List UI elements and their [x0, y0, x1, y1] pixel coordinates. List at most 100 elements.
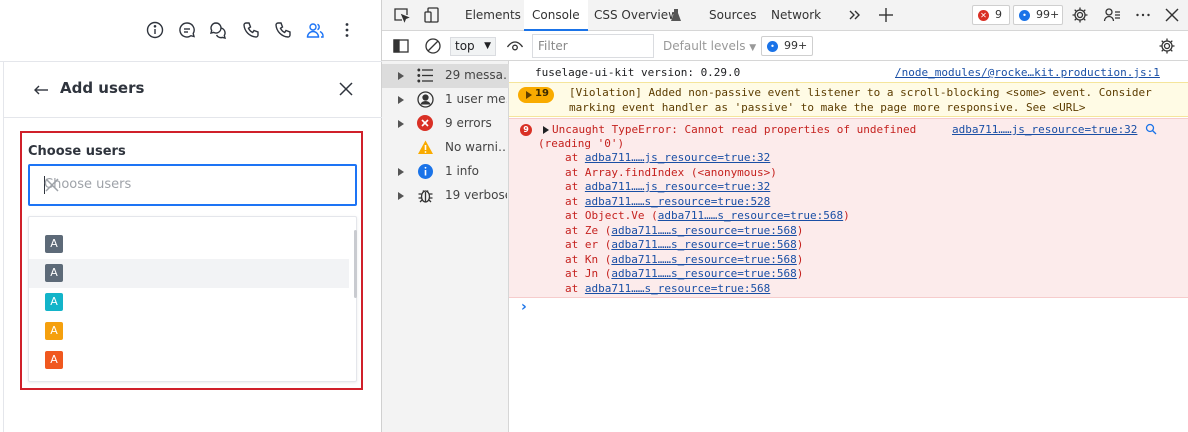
issues-icon: •: [767, 41, 778, 52]
kebab-icon[interactable]: [337, 20, 357, 40]
close-icon[interactable]: [337, 80, 355, 98]
console-output: fuselage-ui-kit version: 0.29.0 /node_mo…: [509, 61, 1188, 432]
user-option[interactable]: A: [29, 230, 349, 259]
stack-frame-text: at Object.Ve (: [565, 209, 658, 222]
source-link[interactable]: adba711……js_resource=true:32: [952, 123, 1137, 136]
stack-frame-text: at Jn (: [565, 267, 612, 280]
sidebar-item-warnings[interactable]: No warni…: [382, 136, 509, 160]
sidebar-item-messages[interactable]: 29 messa…: [382, 64, 509, 88]
expand-arrow-icon[interactable]: [398, 72, 404, 80]
sidebar-item-user-messages[interactable]: 1 user me…: [382, 88, 509, 112]
error-text: (reading '0'): [538, 137, 625, 150]
tab-console[interactable]: Console: [524, 0, 588, 31]
sidebar-item-label: 1 user me…: [445, 92, 507, 106]
chat-app: Add users Choose users Choose users A A …: [0, 0, 383, 432]
choose-users-label: Choose users: [28, 144, 126, 159]
avatar: A: [45, 235, 63, 253]
back-arrow-icon[interactable]: [32, 81, 50, 99]
log-text: fuselage-ui-kit version: 0.29.0: [535, 66, 741, 79]
source-link[interactable]: /node_modules/@rocke…kit.production.js:1: [895, 66, 1160, 79]
stack-frame-link[interactable]: adba711……s_resource=true:568: [611, 253, 796, 266]
tab-sources[interactable]: Sources: [701, 0, 764, 30]
discussion-icon[interactable]: [208, 20, 228, 40]
info-icon[interactable]: [145, 20, 165, 40]
close-devtools-icon[interactable]: [1163, 6, 1181, 24]
stack-frame-text: at Kn (: [565, 252, 612, 266]
clear-icon[interactable]: [44, 177, 60, 193]
expand-arrow-icon[interactable]: [398, 120, 404, 128]
stack-frame-link[interactable]: adba711……s_resource=true:568: [611, 267, 796, 280]
sidebar-item-errors[interactable]: 9 errors: [382, 112, 509, 136]
warning-icon: [417, 139, 434, 156]
clear-console-icon[interactable]: [424, 37, 442, 55]
sidebar-item-label: 19 verbose: [445, 188, 507, 202]
members-icon[interactable]: [305, 20, 325, 40]
sidebar-item-label: 1 info: [445, 164, 479, 178]
user-option[interactable]: A: [29, 259, 349, 288]
expand-arrow-icon[interactable]: [398, 192, 404, 200]
add-tab-icon[interactable]: [877, 6, 895, 24]
error-icon: ✕: [978, 10, 989, 21]
expand-arrow-icon[interactable]: [543, 126, 549, 134]
stack-frame: at adba711……js_resource=true:32: [565, 151, 770, 166]
stack-frame-text: at: [565, 281, 585, 295]
device-toolbar-icon[interactable]: [424, 6, 442, 24]
stack-frame-text: ): [843, 209, 850, 222]
issues-badge[interactable]: • 99+: [1013, 5, 1063, 25]
stack-frame: at Array.findIndex (<anonymous>): [565, 166, 777, 181]
stack-frame-link[interactable]: adba711……s_resource=true:568: [611, 224, 796, 237]
user-option[interactable]: A: [29, 288, 349, 317]
stack-frame-link[interactable]: adba711……js_resource=true:32: [585, 151, 770, 164]
log-levels-select[interactable]: Default levels ▼: [663, 39, 756, 53]
expand-arrow-icon[interactable]: [398, 168, 404, 176]
tab-elements[interactable]: Elements: [457, 0, 529, 30]
phone-icon[interactable]: [273, 20, 293, 40]
warning-text: [Violation] Added non-passive event list…: [569, 86, 1152, 99]
filter-input[interactable]: Filter: [532, 34, 654, 58]
error-count-badge[interactable]: ✕ 9: [972, 5, 1010, 25]
panel-title: Add users: [60, 79, 145, 97]
user-option[interactable]: A: [29, 346, 349, 375]
customize-icon[interactable]: [1103, 6, 1121, 24]
settings-icon[interactable]: [1071, 6, 1089, 24]
more-tabs-icon[interactable]: [846, 6, 864, 24]
tab-network[interactable]: Network: [763, 0, 829, 30]
choose-users-field: Choose users Choose users A A A A A: [20, 131, 363, 390]
inspect-icon[interactable]: [392, 6, 410, 24]
more-options-icon[interactable]: [1134, 6, 1152, 24]
stack-frame-link[interactable]: adba711……s_resource=true:568: [611, 238, 796, 251]
dropdown-scrollbar[interactable]: [354, 230, 357, 298]
stack-frame: at Jn (adba711……s_resource=true:568): [565, 267, 803, 282]
choose-users-input[interactable]: Choose users: [28, 164, 357, 206]
warning-count-badge: 19: [518, 87, 554, 103]
info-icon: [417, 163, 434, 180]
issues-count-badge[interactable]: • 99+: [761, 36, 813, 56]
stack-frame-text: ): [796, 267, 804, 280]
avatar: A: [45, 264, 63, 282]
error-icon: [417, 115, 433, 131]
users-dropdown: A A A A A: [28, 216, 357, 382]
eye-icon[interactable]: [506, 37, 524, 55]
threads-icon[interactable]: [177, 20, 197, 40]
user-icon: [417, 91, 434, 108]
user-option[interactable]: A: [29, 317, 349, 346]
console-settings-icon[interactable]: [1158, 37, 1176, 55]
sidebar-item-verbose[interactable]: 19 verbose: [382, 184, 509, 208]
panel-header: Add users: [4, 62, 383, 118]
console-prompt[interactable]: ›: [509, 298, 1188, 318]
stack-frame-link[interactable]: adba711……js_resource=true:32: [585, 180, 770, 193]
context-select[interactable]: top ▼: [450, 37, 496, 56]
console-sidebar: 29 messa… 1 user me… 9 errors No warni…: [382, 61, 509, 432]
stack-frame: at adba711……s_resource=true:568: [565, 282, 770, 297]
sidebar-toggle-icon[interactable]: [392, 37, 410, 55]
flask-icon: [671, 8, 681, 22]
call-icon[interactable]: [241, 20, 261, 40]
stack-frame-link[interactable]: adba711……s_resource=true:568: [585, 282, 770, 295]
sidebar-item-label: No warni…: [445, 140, 507, 154]
sidebar-item-info[interactable]: 1 info: [382, 160, 509, 184]
stack-frame: at adba711……s_resource=true:528: [565, 195, 770, 210]
expand-arrow-icon[interactable]: [398, 96, 404, 104]
stack-frame-link[interactable]: adba711……s_resource=true:568: [658, 209, 843, 222]
stack-frame-link[interactable]: adba711……s_resource=true:528: [585, 195, 770, 208]
search-icon[interactable]: [1145, 123, 1157, 135]
